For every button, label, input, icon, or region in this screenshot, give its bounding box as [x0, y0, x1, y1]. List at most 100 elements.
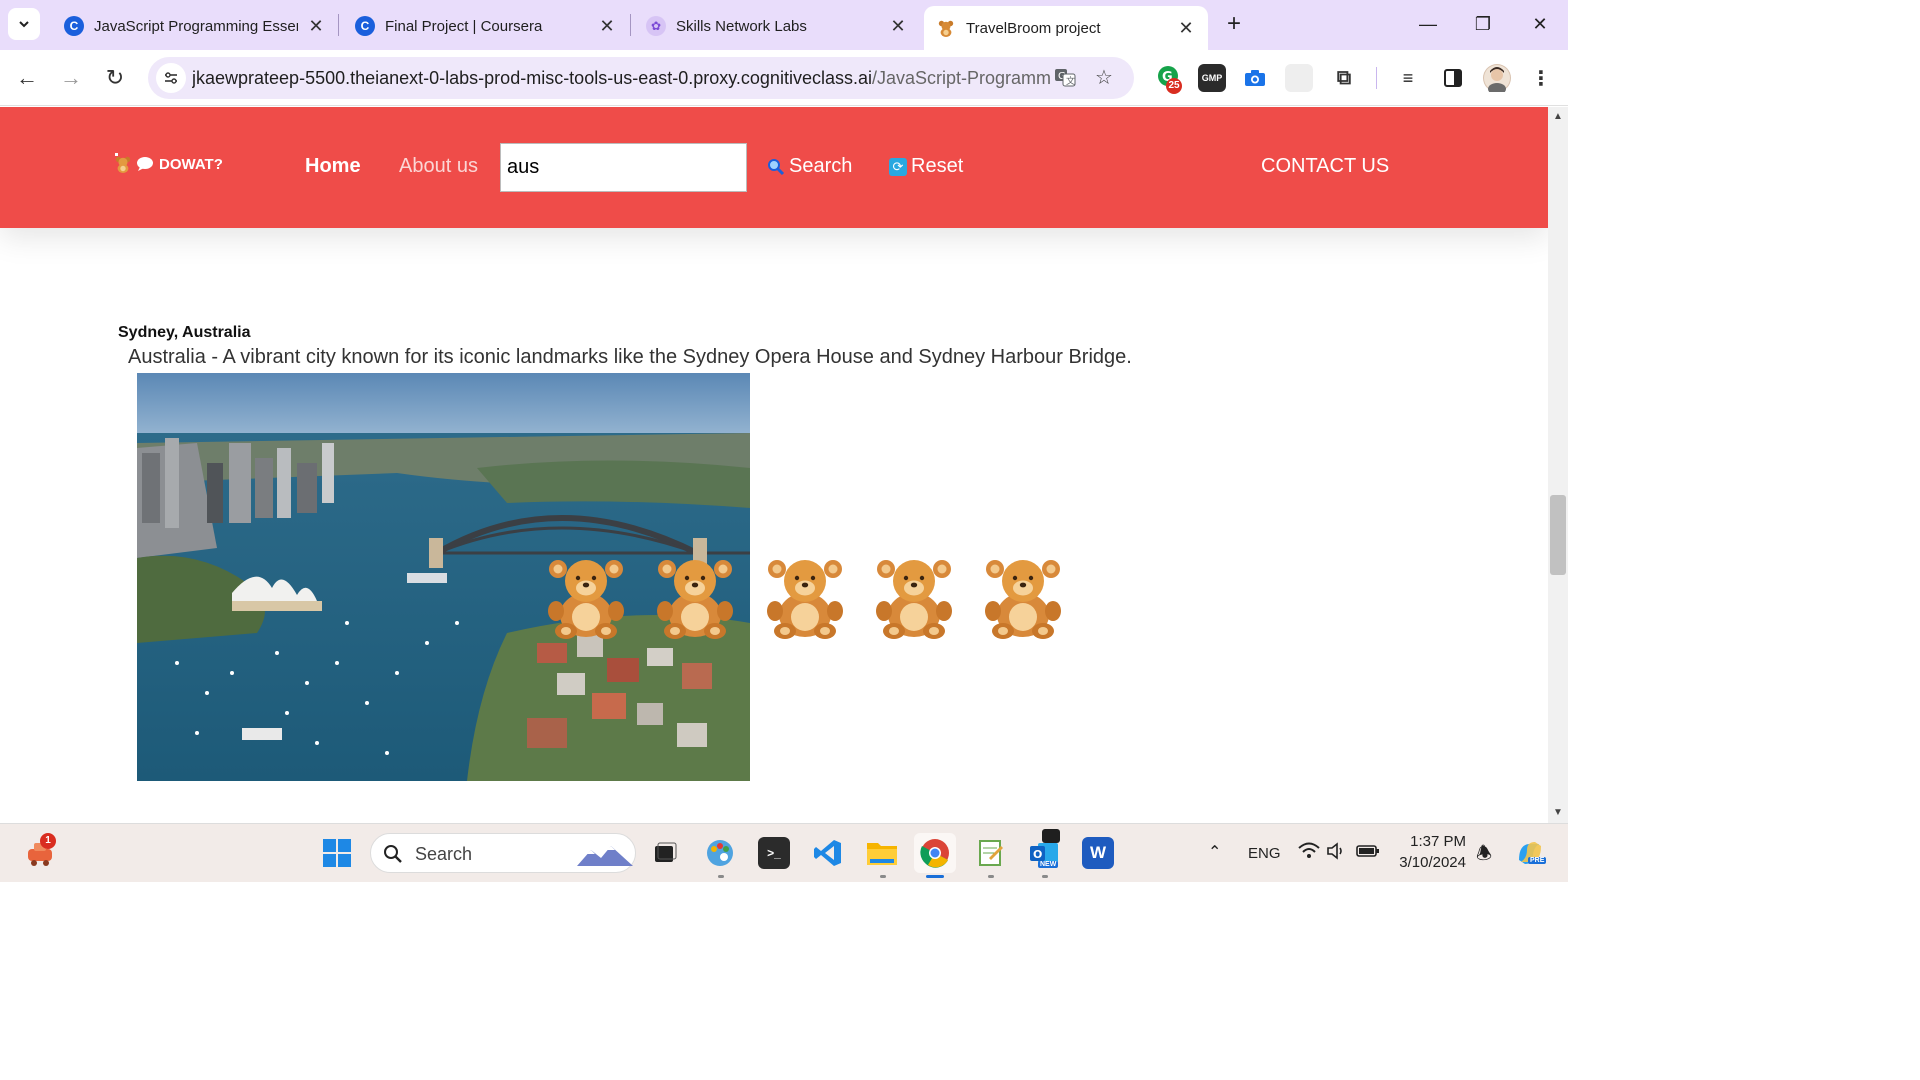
site-logo[interactable]: DOWAT? [114, 153, 223, 173]
clock-date[interactable]: 3/10/2024 [1398, 854, 1466, 871]
magnifier-icon [767, 158, 785, 176]
notepad-plus-icon[interactable] [974, 837, 1006, 869]
translate-icon[interactable]: G文 [1052, 66, 1078, 90]
outlook-icon[interactable]: O NEW [1028, 829, 1060, 869]
camera-icon[interactable] [1241, 64, 1269, 92]
battery-icon[interactable] [1356, 843, 1380, 863]
close-icon[interactable]: ✕ [597, 16, 617, 37]
profile-avatar[interactable] [1483, 64, 1511, 92]
site-info-icon[interactable] [156, 63, 186, 93]
tab-search-button[interactable] [8, 8, 40, 40]
new-badge: NEW [1038, 861, 1059, 868]
paint-palette-icon[interactable] [704, 837, 736, 869]
copilot-icon[interactable]: PRE [1514, 837, 1547, 869]
more-menu-icon[interactable]: ⋮ [1527, 64, 1555, 92]
show-hidden-icons-icon[interactable]: ⌃ [1208, 842, 1221, 862]
tab-final-project[interactable]: C Final Project | Coursera ✕ [343, 6, 629, 46]
tab-travelbroom[interactable]: TravelBroom project ✕ [924, 6, 1208, 50]
reset-button-label: Reset [911, 155, 964, 177]
bear-row [546, 557, 1066, 647]
tab-separator [630, 14, 631, 36]
skills-network-icon: ✿ [646, 16, 666, 36]
minimize-icon[interactable]: — [1408, 8, 1448, 40]
clock-time[interactable]: 1:37 PM [1398, 833, 1466, 850]
coursera-c-icon: C [64, 16, 84, 36]
file-explorer-icon[interactable] [866, 837, 898, 869]
reset-button[interactable]: ⟳ Reset [889, 155, 963, 178]
wifi-icon[interactable] [1298, 842, 1320, 865]
search-icon [384, 845, 402, 863]
extension-badge: 25 [1166, 78, 1182, 94]
new-tab-button[interactable]: + [1220, 10, 1248, 38]
notification-bell-icon[interactable]: 🕭 [1476, 841, 1492, 871]
close-icon[interactable]: ✕ [888, 16, 908, 37]
tab-title: TravelBroom project [966, 19, 1101, 37]
running-indicator [1042, 875, 1048, 878]
windows-start-icon[interactable] [321, 837, 353, 869]
puzzle-extensions-icon[interactable]: ⧉ [1330, 64, 1358, 92]
taskbar-search-label: Search [415, 844, 473, 864]
page-viewport: DOWAT? Home About us Search ⟳ Reset CONT… [0, 107, 1548, 823]
back-arrow-icon[interactable]: ← [11, 62, 43, 94]
close-icon[interactable]: ✕ [1176, 18, 1196, 39]
url-text[interactable]: jkaewprateep-5500.theianext-0-labs-prod-… [192, 68, 1050, 89]
teddy-bear-icon [657, 560, 733, 639]
tab-skills-network[interactable]: ✿ Skills Network Labs ✕ [634, 6, 920, 46]
scroll-down-icon[interactable]: ▼ [1552, 807, 1564, 818]
preview-badge: PRE [1528, 857, 1547, 864]
extension-placeholder-icon[interactable] [1285, 64, 1313, 92]
browser-toolbar: ← → ↻ jkaewprateep-5500.theianext-0-labs… [0, 50, 1568, 106]
taskbar-search-box[interactable]: Search [370, 833, 636, 873]
close-icon[interactable]: ✕ [306, 16, 326, 37]
running-indicator [718, 875, 724, 878]
coursera-c-icon: C [355, 16, 375, 36]
search-button[interactable]: Search [767, 155, 852, 178]
running-indicator [988, 875, 994, 878]
language-indicator[interactable]: ENG [1248, 845, 1281, 862]
teddy-bear-icon [115, 156, 131, 173]
scroll-up-icon[interactable]: ▲ [1552, 111, 1564, 122]
refresh-icon: ⟳ [889, 157, 907, 176]
chrome-icon[interactable] [914, 833, 956, 873]
address-bar[interactable]: jkaewprateep-5500.theianext-0-labs-prod-… [148, 57, 1134, 99]
terminal-icon[interactable]: >_ [758, 837, 790, 869]
tab-title: Final Project | Coursera [385, 17, 543, 35]
logo-dot [115, 153, 118, 156]
forward-arrow-icon[interactable]: → [55, 62, 87, 94]
notification-badge: 1 [40, 833, 56, 849]
restore-icon[interactable]: ❐ [1463, 8, 1503, 40]
task-view-icon[interactable] [648, 837, 680, 869]
contact-us-link[interactable]: CONTACT US [1261, 155, 1389, 178]
gmp-icon[interactable]: GMP [1198, 64, 1226, 92]
tab-javascript-essentials[interactable]: C JavaScript Programming Essent ✕ [52, 6, 338, 46]
running-indicator [880, 875, 886, 878]
bookmark-star-icon[interactable]: ☆ [1091, 66, 1117, 90]
teddy-bear-icon [767, 560, 843, 639]
page-scrollbar[interactable]: ▲ ▼ [1548, 107, 1568, 823]
chevron-down-icon [19, 21, 29, 28]
destination-search-input[interactable] [500, 143, 747, 192]
reload-icon[interactable]: ↻ [99, 62, 131, 94]
svg-text:文: 文 [1066, 75, 1075, 87]
side-panel-icon[interactable] [1439, 64, 1467, 92]
nav-about-link[interactable]: About us [399, 155, 478, 178]
teddy-bear-icon [548, 560, 624, 639]
vscode-icon[interactable] [812, 837, 844, 869]
teddy-bear-icon [936, 18, 956, 38]
window-close-icon[interactable]: ✕ [1520, 8, 1560, 40]
media-queue-icon[interactable]: ≡ [1394, 64, 1422, 92]
tab-strip: C JavaScript Programming Essent ✕ C Fina… [0, 0, 1568, 50]
nav-home-link[interactable]: Home [305, 155, 361, 178]
widgets-icon[interactable]: 1 [24, 833, 56, 869]
word-icon[interactable]: W [1082, 837, 1114, 869]
teddy-bear-icon [985, 560, 1061, 639]
svg-text:O: O [1033, 848, 1042, 861]
url-host: jkaewprateep-5500.theianext-0-labs-prod-… [192, 68, 872, 88]
scrollbar-thumb[interactable] [1550, 495, 1566, 575]
teddy-bear-icon [876, 560, 952, 639]
site-navbar: DOWAT? Home About us Search ⟳ Reset CONT… [0, 107, 1548, 228]
toolbar-divider [1376, 67, 1377, 89]
windows-taskbar: 1 Search >_ O NEW W ⌃ ENG 1:37 PM 3/10/2… [0, 823, 1568, 882]
volume-icon[interactable] [1326, 842, 1348, 864]
grammarly-icon[interactable]: G 25 [1156, 64, 1184, 94]
